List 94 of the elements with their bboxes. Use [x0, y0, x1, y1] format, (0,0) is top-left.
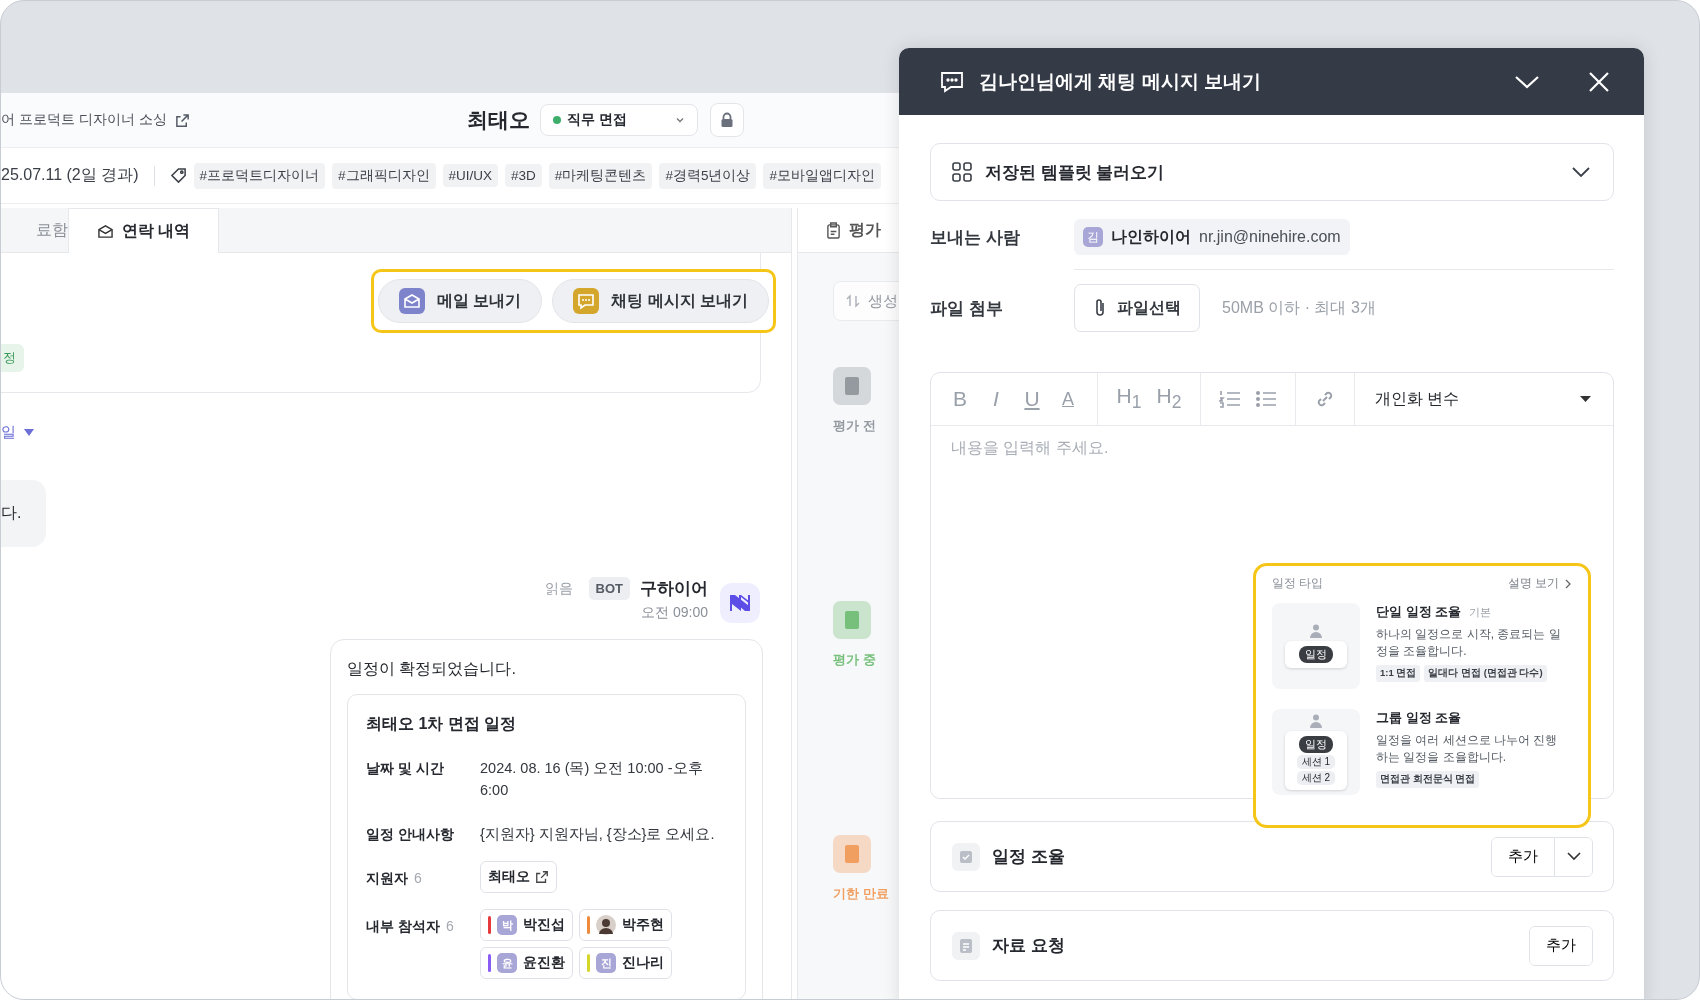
- lock-button[interactable]: [710, 103, 744, 137]
- bullet-list-icon[interactable]: [1255, 389, 1277, 409]
- popup-title: 일정 타입: [1272, 576, 1325, 591]
- status-label: 평가 전: [833, 417, 876, 435]
- type-tag: 일대다 면접 (면접관 다수): [1424, 665, 1547, 682]
- chat-icon: [939, 69, 965, 94]
- date-text: 25.07.11 (2일 경과): [1, 165, 139, 185]
- type-tag: 면접관 회전문식 면접: [1376, 771, 1480, 788]
- document-icon: [952, 931, 980, 960]
- breadcrumb-link[interactable]: 어 프로덕트 디자이너 소싱: [1, 111, 167, 129]
- sender-name: 나인하이어: [1111, 226, 1191, 247]
- learn-more-link[interactable]: 설명 보기: [1507, 576, 1559, 591]
- dialog-title: 김나인님에게 채팅 메시지 보내기: [979, 69, 1262, 94]
- participant-chip: 박 박진섭: [480, 909, 573, 941]
- calendar-icon: [952, 842, 980, 871]
- default-label: 기본: [1469, 605, 1492, 620]
- chevron-right-icon[interactable]: [1565, 578, 1572, 589]
- tag-chip: #마케팅콘텐츠: [548, 162, 653, 189]
- caret-down-icon[interactable]: [24, 429, 34, 436]
- status-tag: 정: [1, 344, 24, 372]
- type-tag: 1:1 면접: [1376, 665, 1421, 682]
- bot-badge: BOT: [588, 577, 630, 600]
- type-title: 단일 일정 조율: [1376, 603, 1462, 621]
- participant-chip: 진 진나리: [579, 947, 672, 979]
- template-dropdown[interactable]: 저장된 템플릿 불러오기: [930, 143, 1614, 201]
- grid-icon: [951, 161, 973, 183]
- bot-avatar: [720, 583, 760, 623]
- external-link-icon[interactable]: [174, 112, 190, 128]
- participant-chip: 박주현: [579, 909, 672, 941]
- initial-avatar: 진: [596, 953, 616, 973]
- tab[interactable]: 연락 내역: [68, 208, 219, 253]
- send-button[interactable]: 메일 보내기: [377, 279, 543, 323]
- read-status: 읽음: [544, 579, 573, 598]
- field-value: {지원자} 지원자님, {장소}로 오세요.: [480, 825, 715, 844]
- tag-chip: #3D: [505, 164, 542, 187]
- caret-down-icon: [1580, 395, 1591, 403]
- hint-text: 50MB 이하 · 최대 3개: [1222, 297, 1376, 318]
- tag-chip: #모바일앱디자인: [763, 162, 881, 189]
- field-label: 보내는 사람: [930, 226, 1021, 249]
- close-icon[interactable]: [1588, 70, 1610, 93]
- field-value: 2024. 08. 16 (목) 오전 10:00 -오후 6:00: [480, 759, 704, 800]
- status-label: 평가 중: [833, 651, 876, 669]
- sort-icon: [846, 294, 860, 308]
- section-title: 일정 조율: [992, 846, 1066, 868]
- tag-chip: #UI/UX: [442, 164, 499, 187]
- dropdown-button[interactable]: [1554, 837, 1592, 876]
- chat-icon: [573, 288, 600, 314]
- chevron-down-icon: [675, 115, 685, 125]
- envelope-icon: [96, 223, 114, 239]
- add-button[interactable]: 추가: [1530, 926, 1592, 965]
- person-avatar-icon: [596, 915, 616, 935]
- participant-chip: 윤 윤진환: [480, 947, 573, 979]
- stage-dropdown[interactable]: 직무 면접: [540, 104, 698, 136]
- paperclip-icon: [1093, 298, 1107, 318]
- field-label: 지원자: [366, 869, 408, 888]
- variables-dropdown[interactable]: 개인화 변수: [1355, 373, 1613, 425]
- field-label: 내부 참석자: [366, 917, 440, 936]
- external-link-icon: [535, 870, 549, 884]
- field-label: 일정 안내사항: [366, 825, 454, 844]
- tag-chip: #그래픽디자인: [332, 162, 436, 189]
- chevron-down-icon: [1566, 852, 1581, 861]
- initial-avatar: 김: [1083, 227, 1103, 247]
- message-bubble: 다.: [1, 480, 46, 547]
- status-label: 기한 만료: [833, 885, 889, 903]
- schedule-type-drawing[interactable]: 일정 세션 1 세션 2: [1272, 709, 1360, 795]
- field-label: 날짜 및 시간: [366, 759, 444, 778]
- count-text: 6: [414, 869, 422, 888]
- collapse-icon[interactable]: [1514, 73, 1540, 90]
- initial-avatar: 윤: [497, 953, 517, 973]
- type-description: 하나의 일정으로 시작, 종료되는 일정을 조율합니다.: [1376, 626, 1562, 660]
- evaluation-tab[interactable]: 평가: [798, 208, 901, 253]
- schedule-title: 최태오 1차 면접 일정: [366, 714, 518, 734]
- initial-avatar: 박: [497, 915, 517, 935]
- file-select-button[interactable]: 파일선택: [1074, 284, 1200, 332]
- sender-email: nr.jin@ninehire.com: [1199, 228, 1341, 246]
- count-text: 6: [445, 917, 454, 936]
- tag-chip: #경력5년이상: [659, 162, 757, 189]
- applicant-chip[interactable]: 최태오: [480, 861, 557, 893]
- field-label: 파일 첨부: [930, 297, 1004, 320]
- candidate-name: 최태오: [467, 107, 530, 133]
- tag-chip: #프로덕트디자이너: [193, 162, 326, 189]
- schedule-type-drawing[interactable]: 일정: [1272, 603, 1360, 689]
- tag-icon: [169, 167, 187, 184]
- sender-name: 구하이어: [640, 578, 708, 600]
- type-description: 일정을 여러 세션으로 나누어 진행하는 일정을 조율합니다.: [1376, 732, 1559, 766]
- send-button[interactable]: 채팅 메시지 보내기: [552, 279, 770, 323]
- message-time: 오전 09:00: [641, 604, 708, 622]
- section-title: 자료 요청: [992, 935, 1066, 957]
- type-title: 그룹 일정 조율: [1376, 709, 1462, 727]
- chevron-down-icon: [1571, 166, 1591, 178]
- lock-icon: [720, 112, 734, 128]
- envelope-icon: [398, 288, 425, 314]
- filter-dropdown[interactable]: 일: [1, 423, 16, 442]
- message-text: 일정이 확정되었습니다.: [347, 659, 517, 679]
